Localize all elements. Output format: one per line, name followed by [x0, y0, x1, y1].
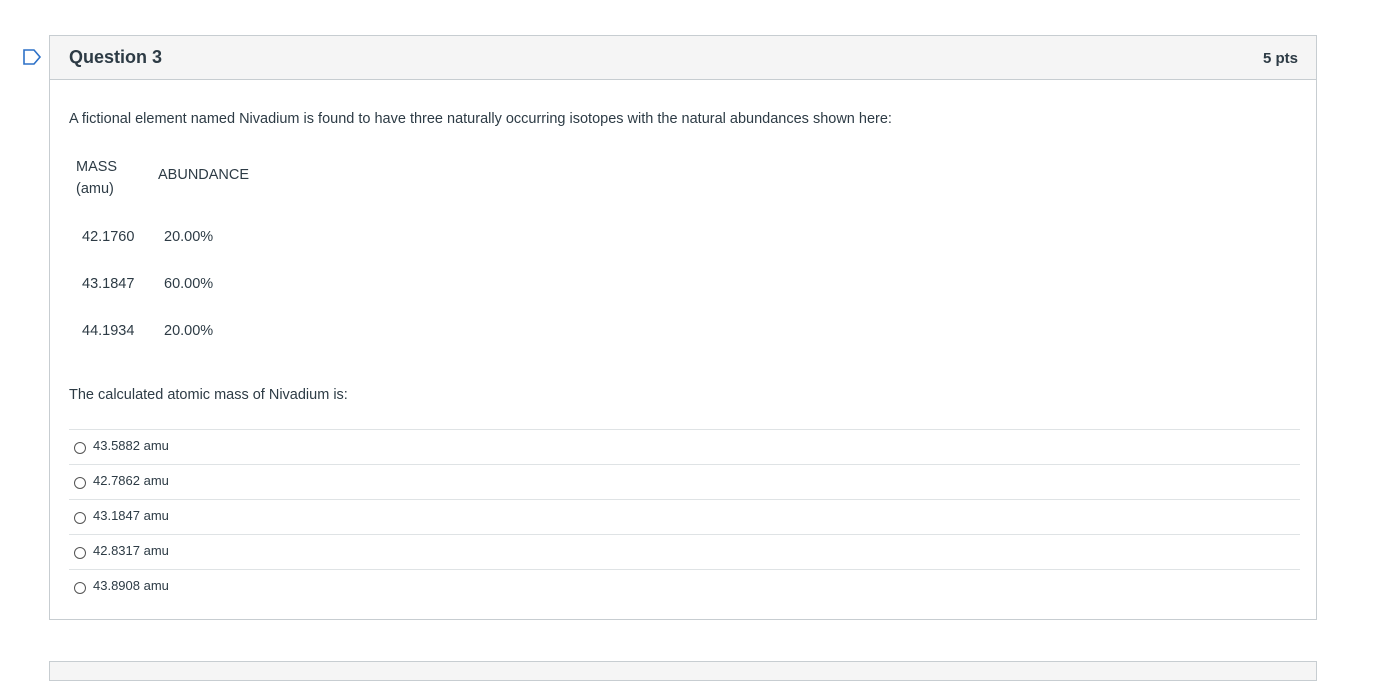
radio-button-icon[interactable]: [74, 547, 86, 559]
table-header-mass-label: MASS: [76, 159, 118, 175]
isotope-abundance: 60.00%: [164, 276, 214, 292]
radio-button-icon[interactable]: [74, 512, 86, 524]
table-header-mass-unit: (amu): [76, 181, 114, 197]
radio-button-icon[interactable]: [74, 477, 86, 489]
isotope-mass: 42.1760: [82, 229, 135, 245]
question-title: Question 3: [69, 47, 163, 67]
answer-label[interactable]: 42.7862 amu: [93, 473, 169, 488]
answer-option[interactable]: 43.5882 amu: [69, 430, 1300, 465]
question-header: Question 3 5 pts: [50, 36, 1316, 80]
isotope-mass: 43.1847: [82, 276, 135, 292]
answer-label[interactable]: 43.8908 amu: [93, 578, 169, 593]
answer-option[interactable]: 42.8317 amu: [69, 535, 1300, 570]
question-prompt: The calculated atomic mass of Nivadium i…: [69, 387, 348, 403]
isotope-abundance: 20.00%: [164, 229, 214, 245]
radio-button-icon[interactable]: [74, 442, 86, 454]
table-header-abundance: ABUNDANCE: [158, 167, 250, 183]
next-question-card: [49, 661, 1317, 681]
question-intro: A fictional element named Nivadium is fo…: [69, 111, 892, 127]
flag-question-icon[interactable]: [22, 49, 42, 65]
table-row: 44.1934 20.00%: [69, 323, 269, 343]
answer-label[interactable]: 42.8317 amu: [93, 543, 169, 558]
table-row: 42.1760 20.00%: [69, 229, 269, 249]
answer-option[interactable]: 43.8908 amu: [69, 570, 1300, 604]
answer-label[interactable]: 43.5882 amu: [93, 438, 169, 453]
radio-button-icon[interactable]: [74, 582, 86, 594]
table-header-mass: MASS (amu): [76, 156, 136, 200]
isotope-mass: 44.1934: [82, 323, 135, 339]
answer-label[interactable]: 43.1847 amu: [93, 508, 169, 523]
question-points: 5 pts: [1262, 50, 1298, 67]
isotope-abundance: 20.00%: [164, 323, 214, 339]
answer-option[interactable]: 42.7862 amu: [69, 465, 1300, 500]
question-card: Question 3 5 pts A fictional element nam…: [49, 35, 1317, 620]
table-row: 43.1847 60.00%: [69, 276, 269, 296]
answer-list: 43.5882 amu 42.7862 amu 43.1847 amu 42.8…: [69, 429, 1300, 604]
answer-option[interactable]: 43.1847 amu: [69, 500, 1300, 535]
